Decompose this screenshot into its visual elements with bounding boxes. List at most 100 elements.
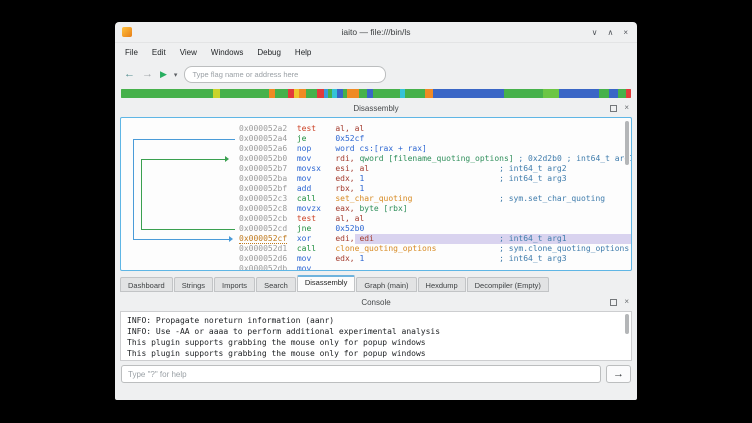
menu-item-windows[interactable]: Windows (204, 46, 250, 59)
close-icon[interactable]: × (623, 28, 628, 37)
disasm-row[interactable]: 0x000052b0 mov rdi, qword [filename_quot… (239, 154, 631, 164)
disasm-mnemonic: test (296, 124, 317, 133)
forward-icon[interactable]: → (142, 69, 153, 80)
tab-graph-main[interactable]: Graph (main) (356, 277, 417, 292)
disasm-row[interactable]: 0x000052ba mov edx, 1 ; int64_t arg3 (239, 174, 631, 184)
seekbar-segment (432, 89, 505, 98)
console-send-button[interactable]: → (606, 365, 631, 383)
disasm-mnemonic: nop (296, 144, 312, 153)
disasm-row[interactable]: 0x000052db mov (239, 264, 631, 270)
disasm-address: 0x000052a2 (239, 124, 288, 133)
window-title: iaito — file:///bin/ls (341, 27, 411, 37)
menu-bar: File Edit View Windows Debug Help (115, 43, 637, 61)
console-input[interactable] (121, 365, 601, 383)
tab-disassembly[interactable]: Disassembly (296, 275, 356, 292)
disasm-row[interactable]: 0x000052a6 nop word cs:[rax + rax] (239, 144, 631, 154)
disasm-comment: ; sym.set_char_quoting (499, 194, 606, 203)
float-icon[interactable] (610, 298, 618, 306)
minimize-icon[interactable]: ∨ (592, 28, 598, 37)
disasm-operand: rdi, (335, 154, 360, 163)
disasm-mnemonic: mov (296, 154, 312, 163)
console-scrollbar[interactable] (625, 314, 629, 334)
tab-decompiler-empty[interactable]: Decompiler (Empty) (466, 277, 549, 292)
toolbar: ← → ▶ ▾ (115, 61, 637, 88)
seekbar-segment (609, 89, 618, 98)
disasm-address: 0x000052a4 (239, 134, 288, 143)
play-icon[interactable]: ▶ (160, 69, 167, 80)
disasm-mnemonic: add (296, 184, 312, 193)
seekbar-segment (358, 89, 367, 98)
disasm-row[interactable]: 0x000052d6 mov edx, 1 ; int64_t arg3 (239, 254, 631, 264)
disassembly-rows: 0x000052a2 test al, al 0x000052a4 je 0x52… (121, 118, 631, 270)
main-window: iaito — file:///bin/ls ∨ ∧ × File Edit Vie… (115, 22, 637, 400)
disassembly-dock-header: Disassembly × (115, 101, 637, 115)
seekbar-segment (599, 89, 610, 98)
menu-item-help[interactable]: Help (288, 46, 318, 59)
seekbar-segment (274, 89, 289, 98)
menu-item-edit[interactable]: Edit (145, 46, 173, 59)
seekbar-segment (625, 89, 631, 98)
seekbar-segment (504, 89, 544, 98)
seekbar-segment (424, 89, 433, 98)
disassembly-scrollbar[interactable] (625, 121, 629, 165)
app-icon (122, 27, 132, 37)
window-controls: ∨ ∧ × (592, 28, 637, 37)
disasm-operand: al, al (335, 124, 365, 133)
back-icon[interactable]: ← (124, 69, 135, 80)
maximize-icon[interactable]: ∧ (607, 28, 613, 37)
disasm-operand: edx, (335, 174, 360, 183)
disasm-operand: 0x52cf (335, 134, 365, 143)
console-dock-title: Console (361, 297, 391, 307)
console-input-row: → (121, 365, 631, 383)
tab-strings[interactable]: Strings (173, 277, 214, 292)
disasm-mnemonic: jne (296, 224, 312, 233)
disasm-row[interactable]: 0x000052cd jne 0x52b0 (239, 224, 631, 234)
tab-hexdump[interactable]: Hexdump (417, 277, 466, 292)
disassembly-view[interactable]: 0x000052a2 test al, al 0x000052a4 je 0x52… (120, 117, 632, 271)
seekbar-segment (372, 89, 401, 98)
tab-search[interactable]: Search (256, 277, 296, 292)
disasm-address: 0x000052b0 (239, 154, 288, 163)
disasm-row[interactable]: 0x000052bf add rbx, 1 (239, 184, 631, 194)
disasm-address: 0x000052b7 (239, 164, 288, 173)
seekbar-segment (559, 89, 600, 98)
disasm-row[interactable]: 0x000052c3 call set_char_quoting ; sym.s… (239, 194, 631, 204)
tab-imports[interactable]: Imports (214, 277, 256, 292)
seekbar-segment (121, 89, 213, 98)
menu-item-debug[interactable]: Debug (250, 46, 288, 59)
disasm-address: 0x000052d1 (239, 244, 288, 253)
disasm-row[interactable]: 0x000052cb test al, al (239, 214, 631, 224)
disasm-operand: 1 (359, 174, 365, 183)
disasm-operand: esi, al (335, 164, 370, 173)
disasm-address: 0x000052ba (239, 174, 288, 183)
disasm-row[interactable]: 0x000052a2 test al, al (239, 124, 631, 134)
seek-bar[interactable] (121, 89, 631, 98)
disasm-comment: ; int64_t arg3 (499, 254, 567, 263)
menu-item-view[interactable]: View (173, 46, 204, 59)
disasm-operand: al, al (335, 214, 365, 223)
console-dock-icons: × (610, 295, 629, 309)
menu-item-file[interactable]: File (118, 46, 145, 59)
disasm-row[interactable]: 0x000052c8 movzx eax, byte [rbx] (239, 204, 631, 214)
disasm-mnemonic: test (296, 214, 317, 223)
title-bar[interactable]: iaito — file:///bin/ls ∨ ∧ × (115, 22, 637, 43)
tab-dashboard[interactable]: Dashboard (120, 277, 173, 292)
console-output: INFO: Propagate noreturn information (aa… (120, 311, 632, 361)
seekbar-segment (617, 89, 626, 98)
chevron-down-icon[interactable]: ▾ (174, 71, 178, 79)
disasm-comment: ; int64_t arg3 (499, 174, 567, 183)
disasm-operand: eax, (335, 204, 360, 213)
disasm-row[interactable]: 0x000052d1 call clone_quoting_options ; … (239, 244, 631, 254)
disasm-address: 0x000052bf (239, 184, 288, 193)
disasm-mnemonic: movsx (296, 164, 321, 173)
disasm-row[interactable]: 0x000052a4 je 0x52cf (239, 134, 631, 144)
seekbar-segment (405, 89, 425, 98)
search-input[interactable] (184, 66, 387, 83)
dock-close-icon[interactable]: × (624, 104, 629, 112)
seekbar-segment (347, 89, 359, 98)
disasm-row[interactable]: 0x000052cf xor edi, edi ; int64_t arg1 (239, 234, 631, 244)
float-icon[interactable] (610, 104, 618, 112)
disasm-row[interactable]: 0x000052b7 movsx esi, al ; int64_t arg2 (239, 164, 631, 174)
disasm-mnemonic: movzx (296, 204, 321, 213)
dock-close-icon[interactable]: × (624, 298, 629, 306)
